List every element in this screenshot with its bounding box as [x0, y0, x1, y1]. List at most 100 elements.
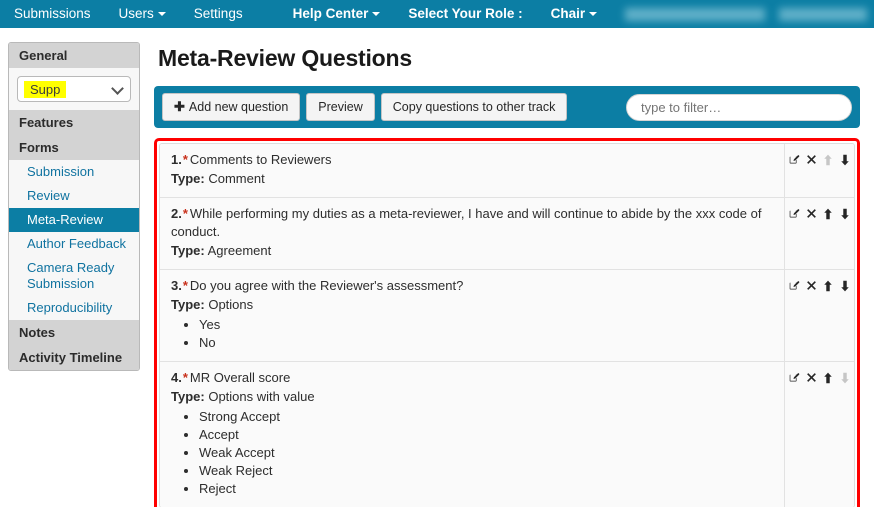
sidebar-header-notes: Notes [9, 320, 139, 345]
question-type-value: Options [208, 297, 254, 312]
filter-input[interactable] [626, 93, 852, 121]
navbar-item-help-center[interactable]: Help Center [279, 0, 395, 28]
question-type: Type: Comment [171, 170, 774, 188]
sidebar: General Supp Features Forms Submission Revi… [8, 42, 140, 371]
question-options-list: Strong AcceptAcceptWeak AcceptWeak Rejec… [171, 408, 774, 498]
edit-square-icon[interactable] [789, 207, 800, 220]
navbar-right-group: Help Center Select Your Role : Chair [279, 0, 612, 28]
annotation-highlight-box: 1.* Comments to Reviewers Type: Comment 2.*… [154, 138, 860, 507]
top-navbar: Submissions Users Settings Help Center Sele… [0, 0, 874, 28]
delete-x-icon[interactable] [806, 207, 817, 220]
question-option: Weak Reject [199, 462, 774, 480]
delete-x-icon[interactable] [806, 371, 817, 384]
question-option: Reject [199, 480, 774, 498]
caret-down-icon [157, 12, 166, 17]
question-number: 3. [171, 278, 182, 293]
question-type-value: Comment [208, 171, 265, 186]
copy-questions-button[interactable]: Copy questions to other track [380, 93, 568, 121]
question-text: MR Overall score [189, 370, 291, 385]
navbar-item-label: Help Center [292, 6, 369, 21]
question-number: 2. [171, 206, 182, 221]
question-text: While performing my duties as a meta-rev… [171, 206, 762, 239]
arrow-down-icon[interactable] [840, 279, 851, 292]
sidebar-nav-list: Features Forms Submission Review Meta-Review… [9, 110, 139, 370]
arrow-up-icon[interactable] [823, 279, 834, 292]
required-asterisk: * [182, 278, 188, 293]
arrow-up-icon[interactable] [823, 207, 834, 220]
navbar-item-label: Select Your Role : [408, 6, 523, 21]
question-actions [784, 362, 854, 507]
sidebar-item-author-feedback[interactable]: Author Feedback [9, 232, 139, 256]
question-number: 4. [171, 370, 182, 385]
question-actions [784, 270, 854, 361]
question-body: 4.* MR Overall score Type: Options with va… [160, 362, 784, 507]
question-options-list: YesNo [171, 316, 774, 352]
question-type-label: Type: [171, 389, 205, 404]
arrow-down-icon[interactable] [840, 207, 851, 220]
caret-down-icon [589, 12, 598, 17]
navbar-left-group: Submissions Users Settings [0, 0, 257, 28]
add-new-question-button[interactable]: ✚ Add new question [162, 93, 301, 121]
sidebar-item-camera-ready-submission[interactable]: Camera Ready Submission [9, 256, 139, 296]
question-option: No [199, 334, 774, 352]
edit-square-icon[interactable] [789, 153, 800, 166]
question-type: Type: Options [171, 296, 774, 314]
sidebar-track-select-wrap: Supp [9, 68, 139, 110]
navbar-item-chair[interactable]: Chair [537, 0, 612, 28]
questions-toolbar: ✚ Add new question Preview Copy questions… [154, 86, 860, 128]
question-option: Strong Accept [199, 408, 774, 426]
arrow-up-icon[interactable] [823, 371, 834, 384]
question-type-value: Agreement [207, 243, 272, 258]
navbar-item-settings[interactable]: Settings [180, 0, 257, 28]
sidebar-header-activity-timeline: Activity Timeline [9, 345, 139, 370]
question-number: 1. [171, 152, 182, 167]
navbar-item-label: Settings [193, 6, 243, 21]
chevron-down-icon [111, 82, 124, 95]
question-row: 3.* Do you agree with the Reviewer's asse… [160, 270, 854, 362]
question-option: Yes [199, 316, 774, 334]
question-heading: 2.* While performing my duties as a meta-… [171, 205, 774, 241]
navbar-item-submissions[interactable]: Submissions [0, 0, 105, 28]
question-body: 1.* Comments to Reviewers Type: Comment [160, 144, 784, 197]
track-select-value: Supp [24, 80, 67, 98]
preview-button[interactable]: Preview [306, 93, 375, 121]
sidebar-general-header: General [9, 43, 139, 68]
arrow-down-icon[interactable] [840, 153, 851, 166]
questions-list: 1.* Comments to Reviewers Type: Comment 2.*… [159, 143, 855, 507]
sidebar-item-review[interactable]: Review [9, 184, 139, 208]
redacted-region-2 [779, 7, 868, 21]
navbar-item-select-your-role[interactable]: Select Your Role : [394, 0, 536, 28]
navbar-item-label: Submissions [14, 6, 91, 21]
page-body: General Supp Features Forms Submission Revi… [0, 28, 874, 507]
question-option: Accept [199, 426, 774, 444]
required-asterisk: * [182, 152, 188, 167]
main-content: Meta-Review Questions ✚ Add new question … [140, 28, 874, 507]
question-actions [784, 144, 854, 197]
question-heading: 4.* MR Overall score [171, 369, 774, 387]
caret-down-icon [372, 12, 381, 17]
arrow-up-icon [823, 153, 834, 166]
delete-x-icon[interactable] [806, 279, 817, 292]
edit-square-icon[interactable] [789, 371, 800, 384]
question-body: 2.* While performing my duties as a meta-… [160, 198, 784, 269]
add-new-question-label: Add new question [188, 100, 289, 114]
question-actions [784, 198, 854, 269]
sidebar-item-meta-review[interactable]: Meta-Review [9, 208, 139, 232]
sidebar-item-submission[interactable]: Submission [9, 160, 139, 184]
redacted-region-1 [625, 7, 766, 21]
question-row: 4.* MR Overall score Type: Options with va… [160, 362, 854, 507]
question-text: Comments to Reviewers [189, 152, 332, 167]
sidebar-header-forms: Forms [9, 135, 139, 160]
question-body: 3.* Do you agree with the Reviewer's asse… [160, 270, 784, 361]
question-type-label: Type: [171, 171, 205, 186]
delete-x-icon[interactable] [806, 153, 817, 166]
question-heading: 1.* Comments to Reviewers [171, 151, 774, 169]
question-row: 1.* Comments to Reviewers Type: Comment [160, 144, 854, 198]
track-select[interactable]: Supp [17, 76, 131, 102]
navbar-item-users[interactable]: Users [105, 0, 180, 28]
required-asterisk: * [182, 206, 188, 221]
sidebar-item-reproducibility[interactable]: Reproducibility [9, 296, 139, 320]
page-title: Meta-Review Questions [158, 45, 412, 71]
sidebar-header-features: Features [9, 110, 139, 135]
edit-square-icon[interactable] [789, 279, 800, 292]
